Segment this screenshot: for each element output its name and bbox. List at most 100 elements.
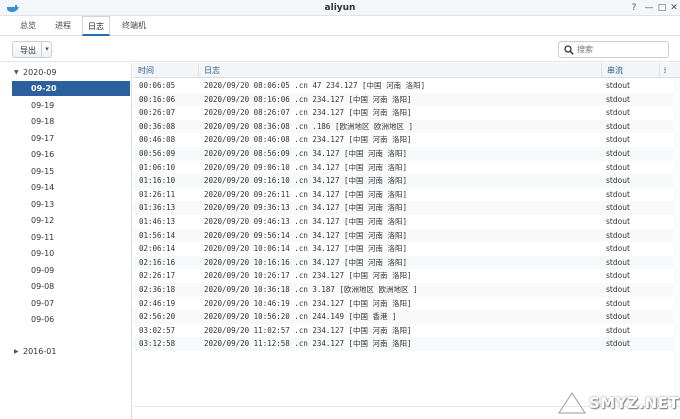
chevron-down-icon[interactable]: ▾ xyxy=(41,42,52,57)
tree-day-item[interactable]: 09-12 xyxy=(12,213,130,228)
cell-time: 02:16:16 xyxy=(139,257,176,267)
table-row[interactable]: 02:26:17 2020/09/20 10:26:17 .cn 234.127 … xyxy=(133,269,673,283)
tree-day-item[interactable]: 09-11 xyxy=(12,230,130,245)
search-box[interactable] xyxy=(558,41,669,58)
column-header-stream[interactable]: 串流 xyxy=(602,63,660,78)
column-header-time[interactable]: 时间 xyxy=(133,63,199,78)
cell-log: 2020/09/20 09:46:13 .cn 34.127 [中国 河南 洛阳… xyxy=(204,217,408,226)
column-menu-icon[interactable]: ⁞ xyxy=(660,63,670,78)
tree-day-item[interactable]: 09-16 xyxy=(12,147,130,162)
cell-stream: stdout xyxy=(606,217,630,226)
tree-day-label: 09-11 xyxy=(31,232,55,242)
cell-stream: stdout xyxy=(606,121,630,131)
table-row[interactable]: 00:36:08 2020/09/20 08:36:08 .cn .186 [欧洲… xyxy=(133,119,673,134)
cell-time: 02:36:18 xyxy=(139,285,176,294)
tree-day-label: 09-13 xyxy=(31,199,55,209)
caret-right-icon[interactable]: ▶ xyxy=(14,345,19,359)
cell-log: 2020/09/20 10:06:14 .cn 34.127 [中国 河南 洛阳… xyxy=(204,244,408,254)
cell-time: 01:56:14 xyxy=(139,230,176,240)
cell-log: 2020/09/20 08:16:06 .cn 234.127 [中国 河南 洛… xyxy=(204,94,412,104)
search-input[interactable] xyxy=(577,43,665,56)
cell-log: 2020/09/20 09:36:13 .cn 34.127 [中国 河南 洛阳… xyxy=(204,203,408,213)
tree-day-item[interactable]: 09-20 xyxy=(12,81,130,96)
tree-day-label: 09-16 xyxy=(31,150,55,159)
table-row[interactable]: 01:06:10 2020/09/20 09:06:10 .cn 34.127 [… xyxy=(133,161,673,175)
table-row[interactable]: 02:56:20 2020/09/20 10:56:20 .cn 244.149 … xyxy=(133,310,673,324)
tree-day-label: 09-06 xyxy=(31,315,55,324)
tree-day-item[interactable]: 09-06 xyxy=(12,312,130,327)
table-row[interactable]: 03:12:58 2020/09/20 11:12:58 .cn 234.127 … xyxy=(133,337,673,351)
cell-time: 00:16:06 xyxy=(139,94,176,104)
table-row[interactable]: 00:16:06 2020/09/20 08:16:06 .cn 234.127 … xyxy=(133,92,673,107)
tree-year-label: 2016-01 xyxy=(23,347,57,356)
table-row[interactable]: 01:36:13 2020/09/20 09:36:13 .cn 34.127 [… xyxy=(133,201,673,215)
cell-log: 2020/09/20 10:26:17 .cn 234.127 [中国 河南 洛… xyxy=(204,271,412,281)
cell-time: 03:02:57 xyxy=(139,325,176,335)
maximize-icon[interactable]: □ xyxy=(656,2,668,14)
tab-overview[interactable]: 总览 xyxy=(14,16,42,36)
tab-processes[interactable]: 进程 xyxy=(48,16,78,36)
table-row[interactable]: 01:16:10 2020/09/20 09:16:10 .cn 34.127 [… xyxy=(133,174,673,188)
tree-day-label: 09-17 xyxy=(31,133,55,143)
cell-time: 02:26:17 xyxy=(139,271,176,281)
cell-stream: stdout xyxy=(606,244,630,254)
tree-year-2020-09[interactable]: ▼ 2020-09 xyxy=(0,66,132,80)
cell-stream: stdout xyxy=(606,135,630,145)
export-label: 导出 xyxy=(20,46,36,55)
tab-terminal[interactable]: 终端机 xyxy=(114,16,154,36)
help-icon[interactable]: ? xyxy=(628,2,640,14)
table-row[interactable]: 02:36:18 2020/09/20 10:36:18 .cn 3.187 [欧… xyxy=(133,283,673,297)
cell-log: 2020/09/20 11:12:58 .cn 234.127 [中国 河南 洛… xyxy=(204,339,412,349)
tree-day-label: 09-14 xyxy=(31,183,55,192)
table-row[interactable]: 01:26:11 2020/09/20 09:26:11 .cn 34.127 [… xyxy=(133,188,673,202)
table-row[interactable]: 00:06:05 2020/09/20 08:06:05 .cn 47 234.1… xyxy=(133,79,673,93)
table-row[interactable]: 01:56:14 2020/09/20 09:56:14 .cn 34.127 [… xyxy=(133,228,673,243)
tree-day-item[interactable]: 09-09 xyxy=(12,263,130,278)
table-row[interactable]: 01:46:13 2020/09/20 09:46:13 .cn 34.127 [… xyxy=(133,215,673,229)
tree-day-item[interactable]: 09-10 xyxy=(12,246,130,261)
table-row[interactable]: 02:16:16 2020/09/20 10:16:16 .cn 34.127 [… xyxy=(133,255,673,270)
tree-day-item[interactable]: 09-19 xyxy=(12,98,130,113)
toolbar: 导出 ▾ xyxy=(0,37,680,62)
cell-stream: stdout xyxy=(606,230,630,240)
caret-down-icon[interactable]: ▼ xyxy=(14,66,19,80)
table-row[interactable]: 02:06:14 2020/09/20 10:06:14 .cn 34.127 [… xyxy=(133,242,673,256)
minimize-icon[interactable]: — xyxy=(643,2,655,14)
tree-day-label: 09-10 xyxy=(31,249,55,258)
cell-stream: stdout xyxy=(606,271,630,281)
tree-day-label: 09-18 xyxy=(31,117,55,126)
cell-time: 00:36:08 xyxy=(139,121,176,131)
cell-time: 02:46:19 xyxy=(139,298,176,308)
table-row[interactable]: 03:02:57 2020/09/20 11:02:57 .cn 234.127 … xyxy=(133,324,673,338)
cell-log: 2020/09/20 09:56:14 .cn 34.127 [中国 河南 洛阳… xyxy=(204,230,408,240)
tab-logs[interactable]: 日志 xyxy=(82,16,110,36)
tree-day-item[interactable]: 09-08 xyxy=(12,279,130,294)
cell-time: 01:36:13 xyxy=(139,203,176,213)
table-row[interactable]: 00:46:08 2020/09/20 08:46:08 .cn 234.127 … xyxy=(133,133,673,147)
tree-year-label: 2020-09 xyxy=(23,68,57,77)
tree-day-item[interactable]: 09-07 xyxy=(12,296,130,311)
table-row[interactable]: 00:26:07 2020/09/20 08:26:07 .cn 234.127 … xyxy=(133,106,673,120)
export-button[interactable]: 导出 ▾ xyxy=(12,41,52,58)
cell-log: 2020/09/20 08:26:07 .cn 234.127 [中国 河南 洛… xyxy=(204,108,412,118)
table-row[interactable]: 02:46:19 2020/09/20 10:46:19 .cn 234.127 … xyxy=(133,297,673,311)
cell-log: 2020/09/20 09:06:10 .cn 34.127 [中国 河南 洛阳… xyxy=(204,162,408,172)
tree-day-item[interactable]: 09-18 xyxy=(12,114,130,129)
tree-day-label: 09-07 xyxy=(31,298,55,308)
tree-day-item[interactable]: 09-15 xyxy=(12,164,130,179)
cell-time: 00:56:09 xyxy=(139,149,176,158)
tree-day-item[interactable]: 09-13 xyxy=(12,197,130,212)
column-header-log[interactable]: 日志 xyxy=(199,63,602,78)
table-row[interactable]: 00:56:09 2020/09/20 08:56:09 .cn 34.127 [… xyxy=(133,147,673,161)
tree-day-label: 09-20 xyxy=(31,84,57,93)
tree-day-item[interactable]: 09-17 xyxy=(12,131,130,146)
tree-day-item[interactable]: 09-14 xyxy=(12,180,130,195)
window-title: aliyun xyxy=(324,3,356,13)
close-icon[interactable]: ✕ xyxy=(668,2,680,14)
cell-stream: stdout xyxy=(606,108,630,118)
cell-time: 02:06:14 xyxy=(139,244,176,254)
cell-time: 02:56:20 xyxy=(139,312,176,322)
cell-stream: stdout xyxy=(606,298,630,308)
tree-year-2016-01[interactable]: ▶ 2016-01 xyxy=(0,345,132,359)
vertical-scrollbar[interactable] xyxy=(673,78,680,419)
